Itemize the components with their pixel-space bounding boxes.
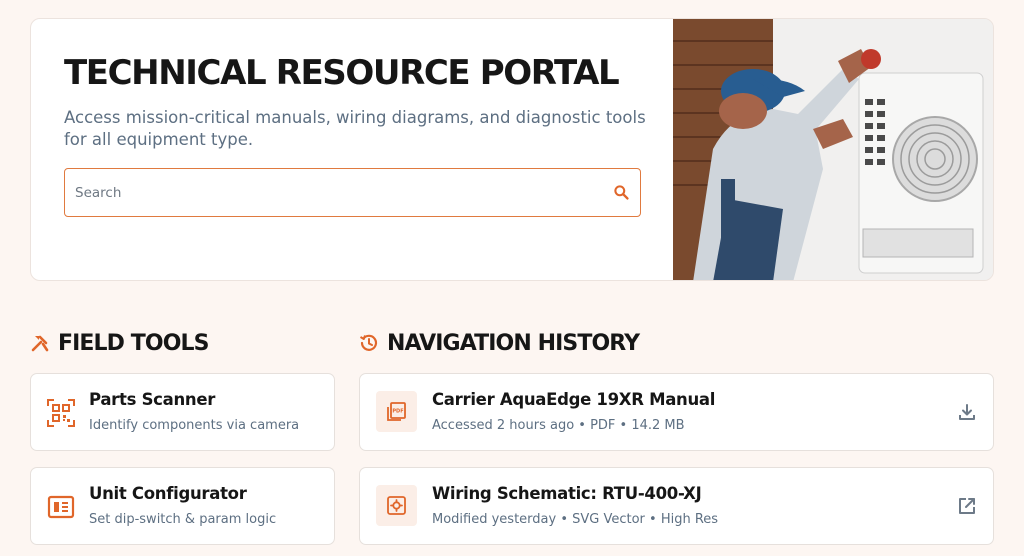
- navigation-history-title: NAVIGATION HISTORY: [387, 330, 640, 356]
- search-box[interactable]: [64, 168, 641, 217]
- chip-icon: [47, 495, 75, 519]
- technician-illustration: [673, 19, 993, 280]
- external-link-icon[interactable]: [957, 496, 977, 516]
- tool-card-unit-configurator[interactable]: Unit Configurator Set dip-switch & param…: [30, 467, 335, 545]
- tool-title: Parts Scanner: [89, 390, 216, 409]
- pdf-thumbnail: PDF: [376, 391, 417, 432]
- history-meta: Modified yesterday • SVG Vector • High R…: [432, 512, 719, 527]
- history-icon: [359, 334, 378, 351]
- gear-icon: [387, 496, 406, 515]
- tool-subtitle: Set dip-switch & param logic: [89, 512, 277, 527]
- qr-scan-icon: [47, 399, 75, 427]
- schematic-thumbnail: [376, 485, 417, 526]
- history-title: Carrier AquaEdge 19XR Manual: [432, 390, 716, 409]
- history-title: Wiring Schematic: RTU-400-XJ: [432, 484, 702, 503]
- field-tools-header: FIELD TOOLS: [30, 330, 209, 356]
- svg-text:PDF: PDF: [392, 409, 403, 415]
- tool-title: Unit Configurator: [89, 484, 247, 503]
- tool-subtitle: Identify components via camera: [89, 418, 300, 433]
- page-title: TECHNICAL RESOURCE PORTAL: [64, 53, 620, 93]
- search-input[interactable]: [75, 169, 595, 216]
- history-meta: Accessed 2 hours ago • PDF • 14.2 MB: [432, 418, 685, 433]
- tool-card-parts-scanner[interactable]: Parts Scanner Identify components via ca…: [30, 373, 335, 451]
- hero-card: TECHNICAL RESOURCE PORTAL Access mission…: [30, 18, 994, 281]
- navigation-history-header: NAVIGATION HISTORY: [359, 330, 640, 356]
- hero-image-technician: [673, 19, 993, 280]
- tools-icon: [31, 335, 49, 352]
- history-item-carrier-manual[interactable]: PDF Carrier AquaEdge 19XR Manual Accesse…: [359, 373, 994, 451]
- field-tools-title: FIELD TOOLS: [58, 330, 209, 356]
- history-item-wiring-schematic[interactable]: Wiring Schematic: RTU-400-XJ Modified ye…: [359, 467, 994, 545]
- search-icon[interactable]: [613, 184, 630, 201]
- hero-text: TECHNICAL RESOURCE PORTAL Access mission…: [64, 53, 646, 151]
- page-subtitle: Access mission-critical manuals, wiring …: [64, 108, 646, 149]
- pdf-file-icon: PDF: [387, 402, 406, 421]
- download-icon[interactable]: [957, 402, 977, 422]
